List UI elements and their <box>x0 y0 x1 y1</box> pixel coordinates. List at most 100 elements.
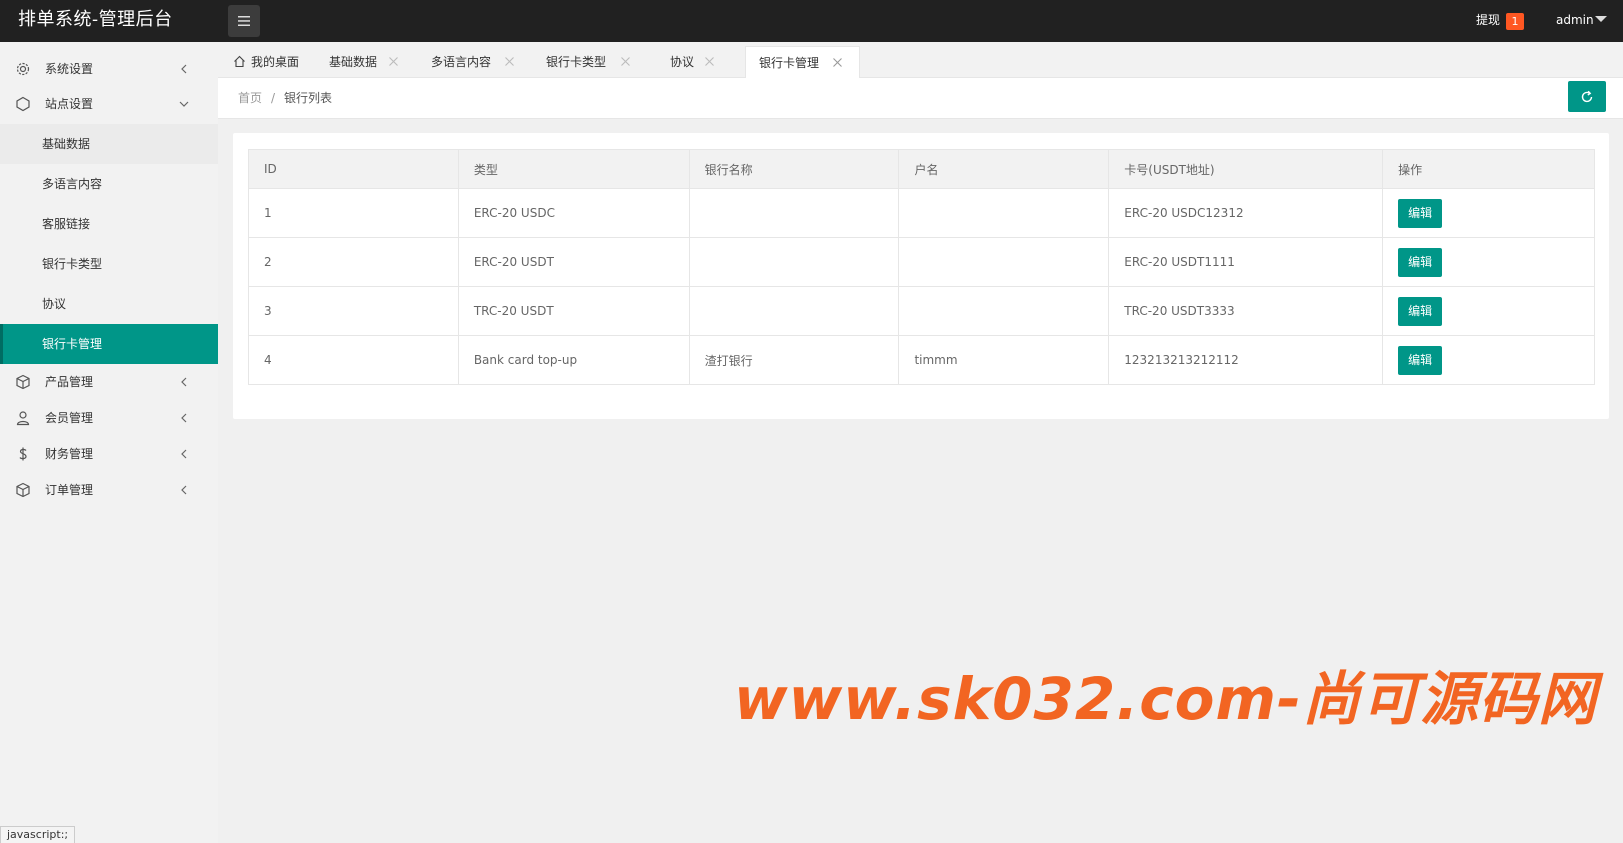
cell-type: ERC-20 USDC <box>457 188 690 238</box>
cell-type: TRC-20 USDT <box>457 286 690 336</box>
refresh-button[interactable] <box>1568 81 1606 112</box>
tab-label: 我的桌面 <box>251 55 300 69</box>
tab-multilang[interactable]: 多语言内容 <box>408 46 522 78</box>
chevron-left-icon <box>181 485 187 495</box>
cell-card-number: ERC-20 USDT1111 <box>1108 237 1384 287</box>
cell-type: ERC-20 USDT <box>457 237 690 287</box>
bank-list-card: ID 类型 银行名称 户名 卡号(USDT地址) 操作 1 ERC-20 USD… <box>233 133 1609 419</box>
sidebar-toggle-button[interactable] <box>228 5 260 37</box>
cell-bank-name: 渣打银行 <box>688 335 900 385</box>
close-icon[interactable] <box>832 57 843 68</box>
close-icon[interactable] <box>620 56 631 67</box>
sidebar-subitem-agreement[interactable]: 协议 <box>0 284 218 324</box>
cell-bank-name <box>688 237 900 287</box>
close-icon[interactable] <box>504 56 515 67</box>
tab-label: 银行卡管理 <box>759 56 820 70</box>
table-row: 4 Bank card top-up 渣打银行 timmm 1232132132… <box>248 335 1595 385</box>
site-icon <box>16 96 30 112</box>
sidebar-item-label: 会员管理 <box>45 411 94 425</box>
cell-holder <box>898 286 1110 336</box>
sidebar-item-products[interactable]: 产品管理 <box>0 364 218 400</box>
cell-card-number: 123213213212112 <box>1108 335 1384 385</box>
withdraw-link[interactable]: 提现 <box>1476 0 1500 40</box>
sidebar-item-system-settings[interactable]: 系统设置 <box>0 51 218 87</box>
cell-holder <box>898 188 1110 238</box>
column-header: 卡号(USDT地址) <box>1108 149 1384 189</box>
chevron-down-icon <box>179 101 189 107</box>
chevron-left-icon <box>181 64 187 74</box>
sidebar-item-finance[interactable]: 财务管理 <box>0 436 218 472</box>
column-header: 操作 <box>1382 149 1595 189</box>
tab-bankcard-type[interactable]: 银行卡类型 <box>522 46 638 78</box>
home-icon <box>234 55 245 68</box>
page-tabs-bar: 我的桌面 基础数据 多语言内容 银行卡类型 协议 银行卡管理 <box>218 42 1623 79</box>
cell-bank-name <box>688 188 900 238</box>
sidebar-subitem-service-link[interactable]: 客服链接 <box>0 204 218 244</box>
withdraw-count-badge: 1 <box>1506 13 1524 30</box>
cell-action: 编辑 <box>1382 335 1595 385</box>
bank-list-table: ID 类型 银行名称 户名 卡号(USDT地址) 操作 1 ERC-20 USD… <box>248 149 1595 385</box>
breadcrumb: 首页 / 银行列表 <box>218 78 1623 119</box>
sidebar-subitem-label: 银行卡管理 <box>42 337 103 351</box>
user-icon <box>16 411 30 426</box>
sidebar-item-label: 订单管理 <box>45 483 94 497</box>
tab-basic-data[interactable]: 基础数据 <box>310 46 408 78</box>
edit-button[interactable]: 编辑 <box>1398 345 1443 375</box>
table-row: 1 ERC-20 USDC ERC-20 USDC12312 编辑 <box>248 188 1595 238</box>
cell-card-number: TRC-20 USDT3333 <box>1108 286 1384 336</box>
sidebar: 系统设置 站点设置 基础数据 多语言内容 客服链接 银行卡类型 协议 银行卡管理… <box>0 42 218 843</box>
tab-label: 协议 <box>670 55 695 69</box>
tab-bankcard-manage[interactable]: 银行卡管理 <box>745 46 860 79</box>
cell-action: 编辑 <box>1382 237 1595 287</box>
sidebar-subitem-basic-data[interactable]: 基础数据 <box>0 124 218 164</box>
sidebar-item-label: 系统设置 <box>45 62 94 76</box>
column-header: 户名 <box>898 149 1110 189</box>
tab-agreement[interactable]: 协议 <box>638 46 734 78</box>
box-icon <box>16 482 30 498</box>
cell-holder <box>898 237 1110 287</box>
sidebar-item-members[interactable]: 会员管理 <box>0 400 218 436</box>
cell-holder: timmm <box>898 335 1110 385</box>
column-header: 银行名称 <box>688 149 900 189</box>
gear-icon <box>16 62 30 76</box>
sidebar-subitem-label: 银行卡类型 <box>42 257 103 271</box>
edit-button[interactable]: 编辑 <box>1398 247 1443 277</box>
menu-icon <box>238 16 250 26</box>
sidebar-item-site-settings[interactable]: 站点设置 <box>0 86 218 122</box>
close-icon[interactable] <box>704 56 715 67</box>
edit-button[interactable]: 编辑 <box>1398 296 1443 326</box>
watermark-text: www.sk032.com-尚可源码网 <box>734 665 1598 733</box>
tab-label: 基础数据 <box>329 55 378 69</box>
breadcrumb-home-link[interactable]: 首页 <box>238 78 262 118</box>
edit-button[interactable]: 编辑 <box>1398 198 1443 228</box>
user-menu[interactable]: admin <box>1556 0 1594 40</box>
cell-id: 1 <box>248 188 459 238</box>
sidebar-subitem-multilang[interactable]: 多语言内容 <box>0 164 218 204</box>
chevron-left-icon <box>181 413 187 423</box>
close-icon[interactable] <box>388 56 399 67</box>
browser-status-bar: javascript:; <box>0 826 76 843</box>
tab-desktop[interactable]: 我的桌面 <box>218 46 310 78</box>
sidebar-subitem-bankcard-manage[interactable]: 银行卡管理 <box>0 324 218 364</box>
table-header-row: ID 类型 银行名称 户名 卡号(USDT地址) 操作 <box>248 149 1595 189</box>
cell-card-number: ERC-20 USDC12312 <box>1108 188 1384 238</box>
tab-label: 多语言内容 <box>431 55 492 69</box>
sidebar-item-orders[interactable]: 订单管理 <box>0 472 218 508</box>
chevron-left-icon <box>181 449 187 459</box>
sidebar-item-label: 财务管理 <box>45 447 94 461</box>
tab-label: 银行卡类型 <box>546 55 607 69</box>
box-icon <box>16 374 30 390</box>
column-header: ID <box>248 149 459 189</box>
sidebar-subitem-label: 基础数据 <box>42 137 91 151</box>
sidebar-subitem-label: 客服链接 <box>42 217 91 231</box>
cell-action: 编辑 <box>1382 286 1595 336</box>
cell-bank-name <box>688 286 900 336</box>
caret-down-icon[interactable] <box>1595 16 1607 22</box>
cell-action: 编辑 <box>1382 188 1595 238</box>
dollar-icon <box>19 447 27 461</box>
cell-id: 4 <box>248 335 459 385</box>
sidebar-item-label: 站点设置 <box>45 97 94 111</box>
table-row: 3 TRC-20 USDT TRC-20 USDT3333 编辑 <box>248 286 1595 336</box>
sidebar-subitem-bankcard-type[interactable]: 银行卡类型 <box>0 244 218 284</box>
cell-id: 2 <box>248 237 459 287</box>
